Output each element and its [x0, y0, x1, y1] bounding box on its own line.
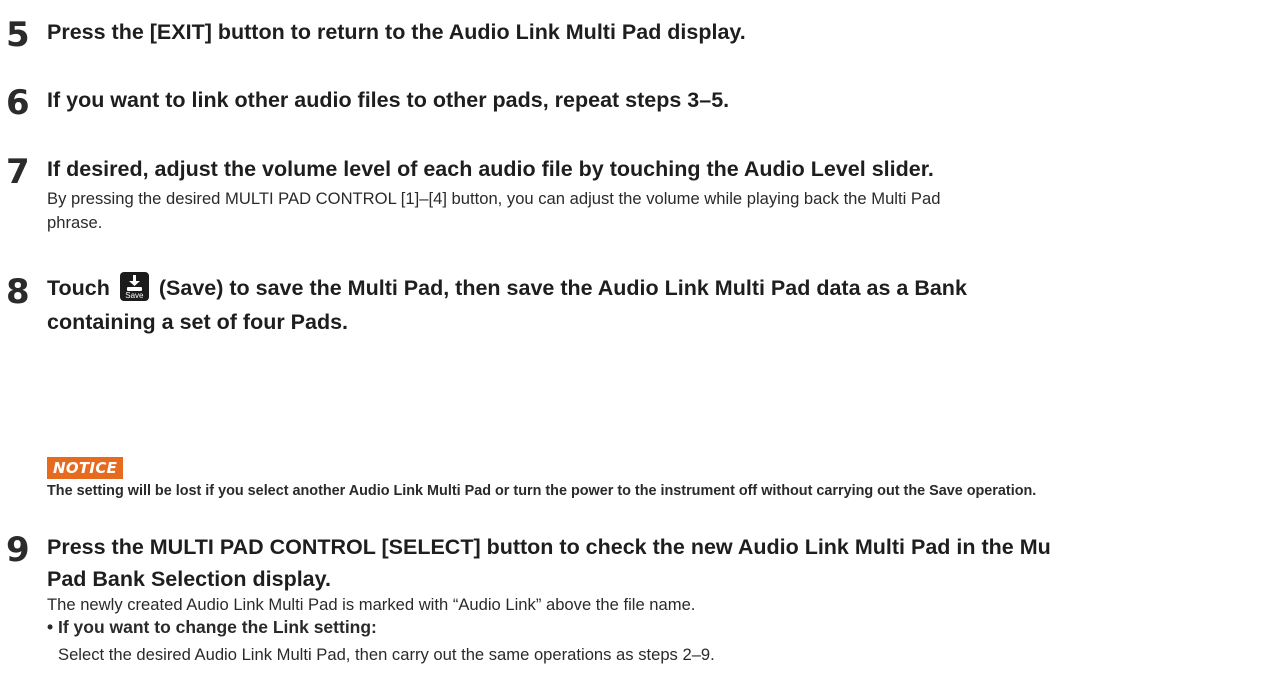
bullet-title: • If you want to change the Link setting…	[47, 617, 377, 637]
step-heading: Press the [EXIT] button to return to the…	[47, 20, 746, 44]
step-body-line: phrase.	[47, 213, 103, 232]
heading-text: (Save) to save the Multi Pad, then save …	[158, 276, 967, 300]
step-heading: If you want to link other audio files to…	[47, 88, 730, 112]
step-heading: Touch Save (Save) to save the Multi Pad,…	[47, 272, 967, 305]
step-number: 8	[6, 272, 30, 312]
notice-badge: NOTICE	[47, 457, 124, 479]
step-body: The newly created Audio Link Multi Pad i…	[47, 595, 696, 614]
step-heading-line: Pad Bank Selection display.	[47, 567, 331, 591]
step-number: 9	[6, 530, 30, 570]
save-icon: Save	[119, 272, 149, 301]
step-body-line: By pressing the desired MULTI PAD CONTRO…	[47, 189, 941, 208]
step-heading: Press the MULTI PAD CONTROL [SELECT] but…	[47, 535, 1051, 559]
step-number: 7	[6, 152, 30, 192]
heading-text: Touch	[47, 276, 110, 300]
bullet-body: Select the desired Audio Link Multi Pad,…	[58, 645, 715, 664]
notice-text: The setting will be lost if you select a…	[47, 483, 1037, 499]
save-icon-label: Save	[125, 291, 144, 300]
step-heading: If desired, adjust the volume level of e…	[47, 157, 934, 181]
step-number: 6	[6, 83, 30, 123]
step-heading-line: containing a set of four Pads.	[47, 310, 349, 334]
step-number: 5	[6, 15, 30, 55]
